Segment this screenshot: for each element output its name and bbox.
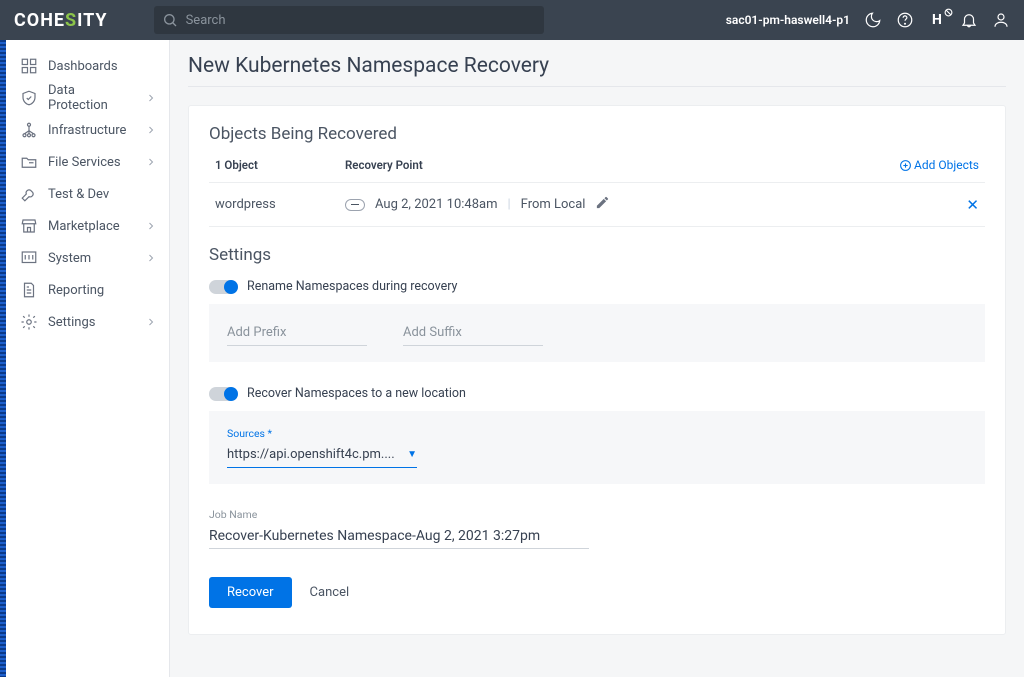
sidebar-item-system[interactable]: System (6, 242, 169, 274)
sidebar-item-marketplace[interactable]: Marketplace (6, 210, 169, 242)
sidebar-item-settings[interactable]: Settings (6, 306, 169, 338)
recover-button[interactable]: Recover (209, 577, 292, 608)
prefix-input[interactable] (227, 320, 367, 346)
edit-row-button[interactable] (595, 195, 610, 214)
logo-s: S (65, 10, 77, 31)
job-name-input[interactable] (209, 523, 589, 549)
dashboard-icon (20, 57, 38, 75)
suffix-input[interactable] (403, 320, 543, 346)
sources-value: https://api.openshift4c.pm.... (227, 447, 395, 462)
sidebar-label: File Services (48, 155, 135, 170)
helios-icon[interactable]: H (928, 11, 946, 29)
main-wrap: Dashboards Data Protection Infrastructur… (0, 40, 1024, 677)
bell-icon[interactable] (960, 11, 978, 29)
search-input[interactable] (154, 6, 544, 34)
job-name-field: Job Name (209, 508, 985, 549)
card: Objects Being Recovered 1 Object Recover… (188, 105, 1006, 635)
logo-post: ITY (77, 10, 107, 31)
plus-circle-icon (899, 159, 912, 172)
system-icon (20, 249, 38, 267)
object-row: wordpress Aug 2, 2021 10:48am | From Loc… (209, 182, 985, 227)
sidebar-label: Infrastructure (48, 123, 135, 138)
newloc-label: Recover Namespaces to a new location (247, 386, 466, 401)
sidebar-item-dashboards[interactable]: Dashboards (6, 50, 169, 82)
newloc-panel: Sources * https://api.openshift4c.pm....… (209, 411, 985, 484)
rename-label: Rename Namespaces during recovery (247, 279, 457, 294)
col-object: 1 Object (215, 158, 345, 172)
folder-icon (20, 153, 38, 171)
add-objects-label: Add Objects (914, 158, 979, 172)
gear-icon (20, 313, 38, 331)
sidebar-item-test-dev[interactable]: Test & Dev (6, 178, 169, 210)
sidebar-item-file-services[interactable]: File Services (6, 146, 169, 178)
sidebar-item-data-protection[interactable]: Data Protection (6, 82, 169, 114)
recovery-time: Aug 2, 2021 10:48am (375, 197, 497, 212)
chevron-right-icon (145, 92, 157, 104)
divider: | (507, 197, 510, 212)
wrench-icon (20, 185, 38, 203)
objects-header: 1 Object Recovery Point Add Objects (209, 158, 985, 182)
chevron-right-icon (145, 252, 157, 264)
store-icon (20, 217, 38, 235)
recovery-from: From Local (521, 197, 586, 212)
infrastructure-icon (20, 121, 38, 139)
sidebar-label: Data Protection (48, 83, 135, 113)
content: New Kubernetes Namespace Recovery Object… (170, 40, 1024, 677)
col-recovery-point: Recovery Point (345, 158, 899, 172)
cancel-button[interactable]: Cancel (310, 585, 350, 600)
rename-toggle[interactable] (209, 280, 237, 294)
sidebar-item-reporting[interactable]: Reporting (6, 274, 169, 306)
sidebar: Dashboards Data Protection Infrastructur… (6, 40, 170, 677)
sidebar-label: System (48, 251, 135, 266)
sources-field: Sources * https://api.openshift4c.pm....… (227, 427, 967, 468)
pencil-icon (595, 195, 610, 210)
topbar-right: sac01-pm-haswell4-p1 H (726, 11, 1010, 29)
actions: Recover Cancel (209, 577, 985, 608)
sidebar-label: Marketplace (48, 219, 135, 234)
link-icon (345, 199, 365, 211)
settings-title: Settings (209, 245, 985, 265)
objects-title: Objects Being Recovered (209, 124, 985, 144)
user-icon[interactable] (992, 11, 1010, 29)
sidebar-label: Test & Dev (48, 187, 157, 202)
logo-pre: COHE (14, 10, 65, 31)
sidebar-label: Settings (48, 315, 135, 330)
title-divider (188, 86, 1006, 87)
job-name-label: Job Name (209, 508, 985, 521)
chevron-right-icon (145, 156, 157, 168)
shield-icon (20, 89, 38, 107)
help-icon[interactable] (896, 11, 914, 29)
sidebar-label: Dashboards (48, 59, 157, 74)
logo: COHESITY (14, 10, 108, 31)
chevron-right-icon (145, 124, 157, 136)
top-bar: COHESITY sac01-pm-haswell4-p1 H (0, 0, 1024, 40)
sources-label: Sources * (227, 427, 967, 440)
chevron-right-icon (145, 316, 157, 328)
sources-select[interactable]: https://api.openshift4c.pm.... ▼ (227, 442, 417, 468)
moon-icon[interactable] (864, 11, 882, 29)
report-icon (20, 281, 38, 299)
sidebar-label: Reporting (48, 283, 157, 298)
rename-toggle-row: Rename Namespaces during recovery (209, 279, 985, 294)
cluster-name: sac01-pm-haswell4-p1 (726, 13, 850, 27)
page-title: New Kubernetes Namespace Recovery (188, 54, 1006, 78)
sidebar-item-infrastructure[interactable]: Infrastructure (6, 114, 169, 146)
add-objects-button[interactable]: Add Objects (899, 158, 979, 172)
search-icon (162, 12, 178, 28)
chevron-right-icon (145, 220, 157, 232)
caret-down-icon: ▼ (407, 449, 417, 460)
search-wrap (154, 6, 544, 34)
helios-label: H (932, 12, 942, 28)
rename-panel (209, 304, 985, 362)
newloc-toggle[interactable] (209, 387, 237, 401)
newloc-toggle-row: Recover Namespaces to a new location (209, 386, 985, 401)
object-name: wordpress (215, 197, 345, 212)
remove-row-button[interactable]: ✕ (966, 196, 979, 214)
